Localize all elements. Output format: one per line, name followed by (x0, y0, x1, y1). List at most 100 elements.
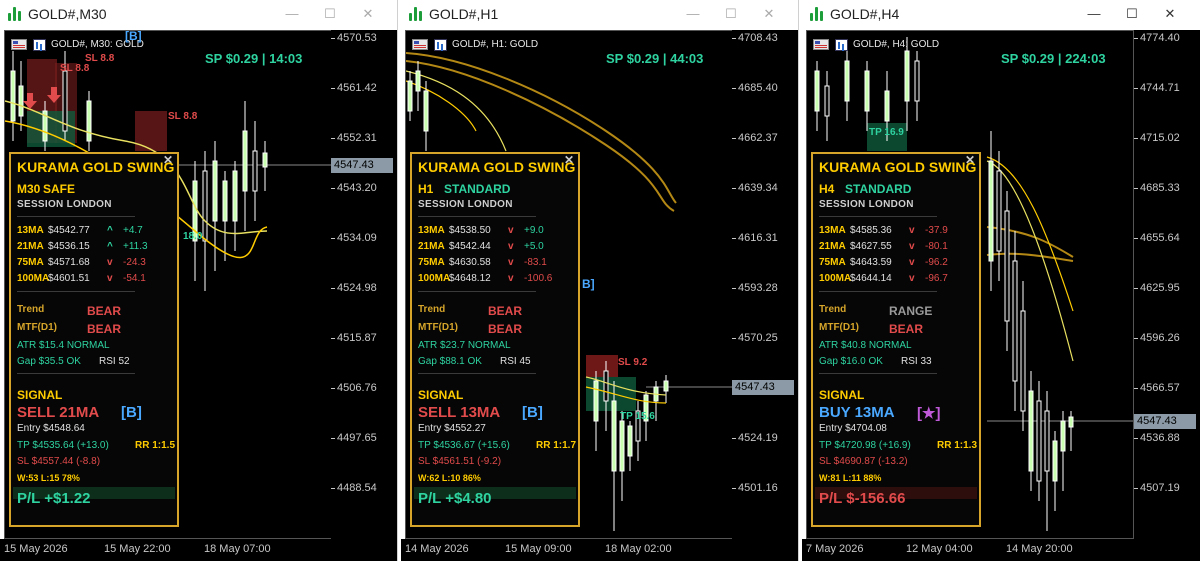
rsi-readout: RSI 52 (99, 356, 130, 367)
price-tick: 4552.31 (331, 132, 377, 144)
stop-loss: SL $4690.87 (-13.2) (819, 456, 908, 467)
price-chart[interactable]: GOLD#, H4: GOLD TP 16.9 SP $0.29 | 224:0… (806, 30, 1134, 539)
separator (418, 216, 536, 217)
ma-diff: -54.1 (123, 273, 146, 284)
ma-up-icon: ^ (107, 225, 113, 236)
price-tick: 4506.76 (331, 382, 377, 394)
price-tick: 4715.02 (1134, 132, 1180, 144)
price-chart[interactable]: GOLD#, M30: GOLD SL 8.8 SL 8.8 SL 8.8 18… (4, 30, 332, 539)
atr-readout: ATR $23.7 NORMAL (418, 340, 511, 351)
price-tick: 4543.20 (331, 182, 377, 194)
risk-reward: RR 1:1.5 (135, 440, 176, 451)
price-tick: 4744.71 (1134, 82, 1180, 94)
win-loss-stats: W:62 L:10 86% (418, 473, 481, 483)
ma-name: 75MA (819, 257, 846, 268)
session-label: SESSION LONDON (819, 199, 914, 210)
profit-loss: P/L +$4.80 (418, 490, 492, 507)
minimize-button[interactable]: — (280, 4, 304, 24)
ma-down-icon: v (107, 257, 113, 268)
ma-diff: +5.0 (524, 241, 544, 252)
window-title: GOLD#,H4 (830, 6, 900, 22)
chart-window-icon (8, 7, 22, 21)
price-tick: 4708.43 (732, 32, 778, 44)
rsi-readout: RSI 45 (500, 356, 531, 367)
ma-diff: -96.7 (925, 273, 948, 284)
maximize-button[interactable]: ☐ (318, 4, 342, 24)
ma-name: 75MA (17, 257, 44, 268)
current-price-tag: 4547.43 (1134, 414, 1196, 429)
time-axis[interactable]: 15 May 2026 15 May 22:00 18 May 07:00 (0, 539, 397, 561)
signal-tag: B] (582, 277, 595, 291)
timeframe-label: M30 (17, 182, 41, 196)
ma-down-icon: v (909, 241, 915, 252)
trend-value: BEAR (87, 304, 122, 318)
ma-value: $4538.50 (449, 225, 491, 236)
minimize-button[interactable]: — (1082, 4, 1106, 24)
title-bar[interactable]: GOLD#,M30 — ☐ ✕ (0, 0, 397, 28)
ma-value: $4644.14 (850, 273, 892, 284)
time-axis[interactable]: 14 May 2026 15 May 09:00 18 May 02:00 (401, 539, 798, 561)
signal-label: SIGNAL (17, 388, 63, 402)
profit-loss: P/L $-156.66 (819, 490, 906, 507)
close-button[interactable]: ✕ (356, 4, 380, 24)
price-axis[interactable]: 4570.53 4561.42 4552.31 4547.43 4543.20 … (331, 30, 397, 539)
time-axis[interactable]: 7 May 2026 12 May 04:00 14 May 20:00 (802, 539, 1200, 561)
mtf-value: BEAR (488, 322, 523, 336)
sl-label: SL 8.8 (168, 111, 198, 122)
panel-title: KURAMA GOLD SWING (418, 159, 576, 175)
price-tick: 4534.09 (331, 232, 377, 244)
trend-value: RANGE (889, 304, 933, 318)
take-profit: TP $4720.98 (+16.9) (819, 440, 911, 451)
price-axis[interactable]: 4708.43 4685.40 4662.37 4639.34 4616.31 … (732, 30, 798, 539)
ma-down-icon: v (508, 241, 514, 252)
trend-value: BEAR (488, 304, 523, 318)
price-tick: 4488.54 (331, 482, 377, 494)
take-profit: TP $4535.64 (+13.0) (17, 440, 109, 451)
maximize-button[interactable]: ☐ (1120, 4, 1144, 24)
maximize-button[interactable]: ☐ (719, 4, 743, 24)
chart-window-m30[interactable]: GOLD#,M30 — ☐ ✕ GOLD#, M30: GOLD SL 8.8 … (0, 0, 398, 561)
time-label: 18 May 07:00 (204, 543, 271, 555)
flag-icon (813, 39, 829, 50)
ma-diff: -83.1 (524, 257, 547, 268)
win-loss-stats: W:81 L:11 88% (819, 473, 882, 483)
price-axis[interactable]: 4774.40 4744.71 4715.02 4685.33 4655.64 … (1134, 30, 1200, 539)
price-chart[interactable]: GOLD#, H1: GOLD SL 9.2 TP 15.6 B] SP $0.… (405, 30, 733, 539)
gap-readout: Gap $16.0 OK (819, 356, 883, 367)
price-tick: 4655.64 (1134, 232, 1180, 244)
ma-value: $4643.59 (850, 257, 892, 268)
ma-down-icon: v (508, 225, 514, 236)
price-tick: 4685.33 (1134, 182, 1180, 194)
ma-name: 13MA (418, 225, 445, 236)
ma-name: 75MA (418, 257, 445, 268)
price-tick: 4616.31 (732, 232, 778, 244)
ma-value: $4542.77 (48, 225, 90, 236)
separator (819, 373, 937, 374)
ma-diff: -80.1 (925, 241, 948, 252)
tp-label: TP 16.9 (869, 127, 904, 138)
stop-loss: SL $4557.44 (-8.8) (17, 456, 101, 467)
close-button[interactable]: ✕ (1158, 4, 1182, 24)
signal-tag: [B] (121, 404, 142, 421)
mt-logo-icon (835, 39, 848, 51)
kurama-panel: ✕ KURAMA GOLD SWING H4 STANDARD SESSION … (811, 152, 981, 527)
time-label: 15 May 09:00 (505, 543, 572, 555)
title-bar[interactable]: GOLD#,H1 — ☐ ✕ (401, 0, 798, 28)
chart-symbol: GOLD#, H1: GOLD (452, 39, 539, 50)
mt-logo-icon (33, 39, 46, 51)
title-bar[interactable]: GOLD#,H4 — ☐ ✕ (802, 0, 1200, 28)
price-tick: 4662.37 (732, 132, 778, 144)
price-tick: 4593.28 (732, 282, 778, 294)
ma-name: 13MA (819, 225, 846, 236)
ma-value: $4601.51 (48, 273, 90, 284)
minimize-button[interactable]: — (681, 4, 705, 24)
price-tick: 4515.87 (331, 332, 377, 344)
entry-price: Entry $4704.08 (819, 423, 887, 434)
sl-label: SL 8.8 (60, 63, 90, 74)
ma-up-icon: ^ (107, 241, 113, 252)
signal-value: SELL 21MA (17, 404, 100, 421)
close-button[interactable]: ✕ (757, 4, 781, 24)
chart-window-h1[interactable]: GOLD#,H1 — ☐ ✕ GOLD#, H1: GOLD SL 9.2 TP… (401, 0, 799, 561)
mtf-label: MTF(D1) (819, 322, 859, 333)
chart-window-h4[interactable]: GOLD#,H4 — ☐ ✕ GOLD#, H4: GOLD TP 16.9 S… (802, 0, 1200, 561)
